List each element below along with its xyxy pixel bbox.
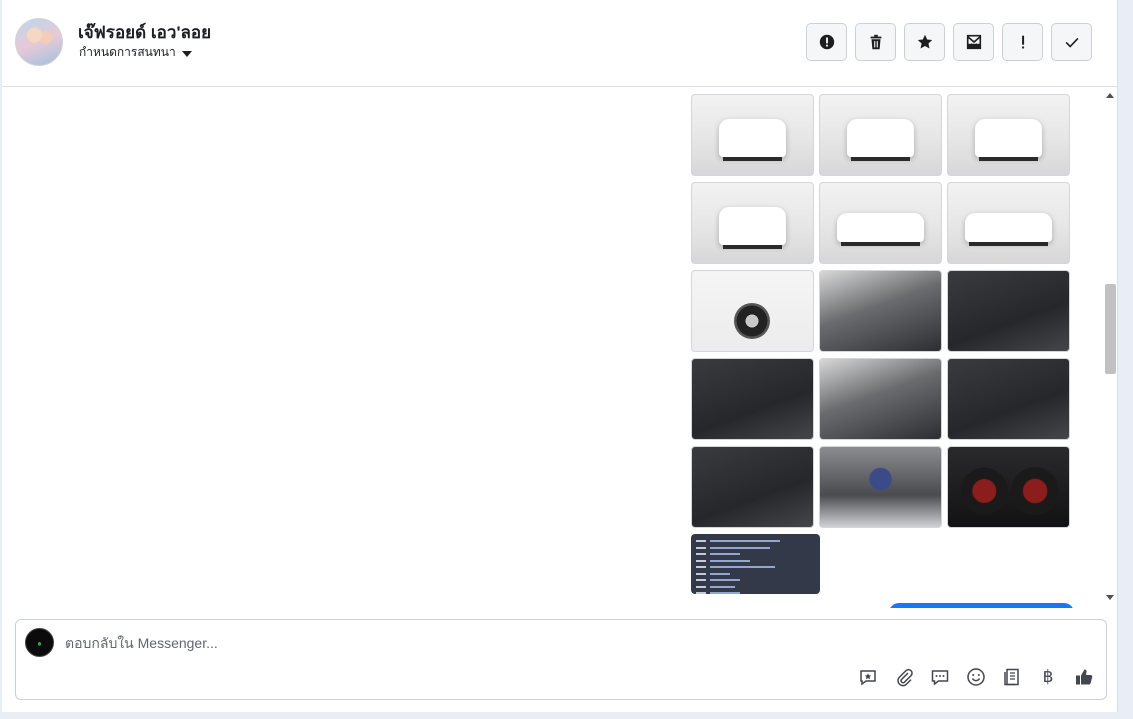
contact-name[interactable]: เจ๊ฟรอยด์ เอว'ลอย bbox=[78, 19, 211, 46]
composer-toolbar: ฿ bbox=[856, 665, 1096, 689]
messenger-conversation-panel: เจ๊ฟรอยด์ เอว'ลอย กำหนดการสนทนา ตอบกลับใ… bbox=[2, 0, 1118, 712]
vehicle-info-image[interactable] bbox=[691, 534, 820, 594]
like-button[interactable] bbox=[1072, 665, 1096, 689]
feedback-icon bbox=[860, 670, 876, 686]
photo-thumbnail[interactable] bbox=[691, 358, 814, 440]
photo-thumbnail[interactable] bbox=[947, 358, 1070, 440]
check-icon bbox=[1065, 37, 1078, 48]
scroll-down-arrow[interactable] bbox=[1106, 595, 1114, 600]
photo-gallery-message bbox=[691, 94, 1070, 528]
mark-unread-icon bbox=[966, 34, 981, 50]
photo-thumbnail[interactable] bbox=[947, 182, 1070, 264]
thread-scrollbar[interactable] bbox=[1102, 88, 1118, 608]
caret-down-icon bbox=[181, 50, 192, 57]
assign-conversation-dropdown[interactable]: กำหนดการสนทนา bbox=[79, 43, 192, 62]
baht-icon: ฿ bbox=[1042, 667, 1054, 687]
report-spam-button[interactable] bbox=[806, 23, 847, 61]
star-button[interactable] bbox=[904, 23, 945, 61]
feedback-button[interactable] bbox=[856, 665, 880, 689]
payment-button[interactable]: ฿ bbox=[1036, 665, 1060, 689]
saved-reply-icon bbox=[931, 670, 949, 686]
page-avatar bbox=[25, 628, 54, 657]
trash-icon bbox=[870, 34, 881, 50]
reply-composer: ฿ bbox=[15, 619, 1107, 700]
photo-thumbnail[interactable] bbox=[691, 446, 814, 528]
alert-circle-icon bbox=[819, 34, 834, 50]
info-line bbox=[696, 590, 815, 594]
flag-button[interactable] bbox=[1002, 23, 1043, 61]
photo-thumbnail[interactable] bbox=[819, 94, 942, 176]
mark-unread-button[interactable] bbox=[953, 23, 994, 61]
star-icon bbox=[917, 34, 932, 49]
scrollbar-thumb[interactable] bbox=[1105, 284, 1116, 374]
photo-thumbnail[interactable] bbox=[691, 182, 814, 264]
conversation-header: เจ๊ฟรอยด์ เอว'ลอย กำหนดการสนทนา bbox=[2, 0, 1118, 87]
mark-done-button[interactable] bbox=[1051, 23, 1092, 61]
receipt-button[interactable] bbox=[1000, 665, 1024, 689]
photo-thumbnail[interactable] bbox=[819, 270, 942, 352]
photo-thumbnail[interactable] bbox=[819, 358, 942, 440]
saved-replies-button[interactable] bbox=[928, 665, 952, 689]
attach-button[interactable] bbox=[892, 665, 916, 689]
contact-avatar[interactable] bbox=[15, 18, 63, 66]
photo-thumbnail[interactable] bbox=[819, 182, 942, 264]
photo-thumbnail[interactable] bbox=[947, 446, 1070, 528]
photo-thumbnail[interactable] bbox=[691, 270, 814, 352]
exclamation-icon bbox=[1021, 35, 1024, 49]
receipt-icon bbox=[1004, 668, 1019, 686]
photo-thumbnail[interactable] bbox=[947, 94, 1070, 176]
emoji-button[interactable] bbox=[964, 665, 988, 689]
delete-button[interactable] bbox=[855, 23, 896, 61]
photo-thumbnail[interactable] bbox=[819, 446, 942, 528]
reply-input[interactable] bbox=[65, 632, 965, 654]
message-thread[interactable] bbox=[2, 88, 1118, 608]
outgoing-message-bubble[interactable] bbox=[889, 603, 1074, 608]
emoji-icon bbox=[967, 668, 985, 686]
conversation-actions-toolbar bbox=[806, 23, 1092, 61]
like-icon bbox=[1076, 669, 1093, 685]
attachment-icon bbox=[897, 668, 913, 687]
assign-conversation-label: กำหนดการสนทนา bbox=[79, 45, 176, 59]
photo-thumbnail[interactable] bbox=[947, 270, 1070, 352]
scroll-up-arrow[interactable] bbox=[1106, 93, 1114, 98]
photo-thumbnail[interactable] bbox=[691, 94, 814, 176]
